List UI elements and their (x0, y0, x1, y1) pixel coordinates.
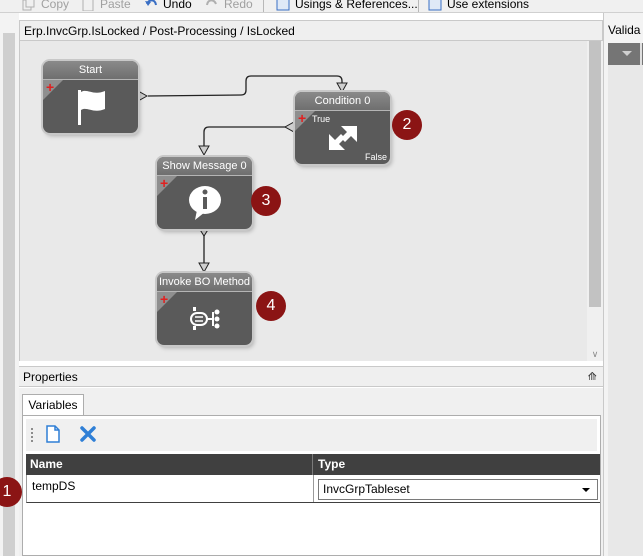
new-document-icon (45, 424, 61, 446)
node-title: Condition 0 (295, 92, 390, 111)
new-variable-button[interactable] (43, 424, 63, 446)
variables-tab-content: Name Type tempDS InvcGrpTableset (22, 415, 601, 556)
validation-toolbar (608, 43, 643, 65)
toolbar-separator (418, 0, 419, 12)
undo-button[interactable]: Undo (144, 0, 192, 12)
usings-label: Usings & References... (295, 0, 418, 11)
redo-button[interactable]: Redo (205, 0, 253, 12)
table-row[interactable]: tempDS InvcGrpTableset (26, 475, 600, 503)
pin-icon[interactable]: ⟰ (588, 367, 597, 387)
validation-panel-title: Valida (608, 23, 641, 37)
toolbar-grip[interactable] (31, 428, 33, 442)
flow-node-show-message[interactable]: Show Message 0 + (157, 157, 252, 229)
variable-name-cell[interactable]: tempDS (27, 475, 314, 502)
paste-label: Paste (100, 0, 131, 11)
variables-toolbar (26, 419, 597, 451)
copy-button[interactable]: Copy (22, 0, 70, 12)
false-branch-label: False (364, 152, 387, 162)
tab-variables[interactable]: Variables (22, 394, 84, 416)
canvas-vertical-scrollbar[interactable]: ∨ (587, 41, 603, 361)
designer-breadcrumb: Erp.InvcGrp.IsLocked / Post-Processing /… (19, 20, 603, 41)
node-title: Start (43, 61, 138, 80)
left-gutter (0, 13, 19, 556)
extensions-label: Use extensions (447, 0, 530, 11)
variable-type-select[interactable]: InvcGrpTableset (318, 479, 598, 500)
validation-panel-body (608, 65, 643, 556)
properties-panel: Variables Name Type tempDS InvcGrpTables… (19, 388, 603, 556)
column-header-type[interactable]: Type (314, 454, 600, 475)
scroll-down-arrow-icon[interactable]: ∨ (590, 349, 600, 359)
annotation-badge-3: 3 (251, 186, 281, 216)
toolbar-separator (263, 0, 264, 12)
usings-icon (276, 0, 290, 11)
properties-panel-header: Properties ⟰ (19, 366, 603, 387)
usings-references-button[interactable]: Usings & References... (276, 0, 418, 12)
info-bubble-icon (157, 177, 252, 229)
variable-type-value: InvcGrpTableset (323, 482, 410, 496)
paste-icon (81, 0, 95, 12)
flag-icon (43, 81, 138, 133)
grid-header: Name Type (26, 454, 600, 475)
variables-grid: Name Type tempDS InvcGrpTableset (26, 454, 600, 503)
annotation-badge-2: 2 (392, 110, 422, 140)
copy-icon (22, 0, 36, 11)
chevron-down-icon[interactable] (582, 488, 590, 492)
redo-icon (205, 0, 219, 11)
node-title: Invoke BO Method (157, 273, 252, 292)
properties-title: Properties (23, 370, 78, 384)
undo-icon (144, 0, 158, 11)
flow-node-condition[interactable]: Condition 0 + True False (295, 92, 390, 164)
flow-node-invoke-bo-method[interactable]: Invoke BO Method + (157, 273, 252, 345)
column-header-name[interactable]: Name (26, 454, 313, 475)
invoke-method-icon (157, 293, 252, 345)
main-toolbar: Copy Paste Undo Redo Usings & References… (0, 0, 643, 13)
delete-variable-button[interactable] (78, 425, 98, 445)
toolbar-separator (640, 43, 642, 65)
extensions-icon (428, 0, 442, 11)
undo-label: Undo (163, 0, 192, 11)
copy-label: Copy (41, 0, 70, 11)
redo-label: Redo (224, 0, 253, 11)
node-title: Show Message 0 (157, 157, 252, 176)
use-extensions-button[interactable]: Use extensions (428, 0, 530, 12)
scrollbar-thumb[interactable] (589, 41, 601, 307)
annotation-badge-4: 4 (256, 291, 286, 321)
flow-node-start[interactable]: Start + (43, 61, 138, 133)
delete-x-icon (80, 425, 96, 445)
dropdown-arrow-icon[interactable] (622, 51, 632, 56)
paste-button[interactable]: Paste (81, 0, 131, 12)
validation-panel: Valida (603, 13, 643, 556)
